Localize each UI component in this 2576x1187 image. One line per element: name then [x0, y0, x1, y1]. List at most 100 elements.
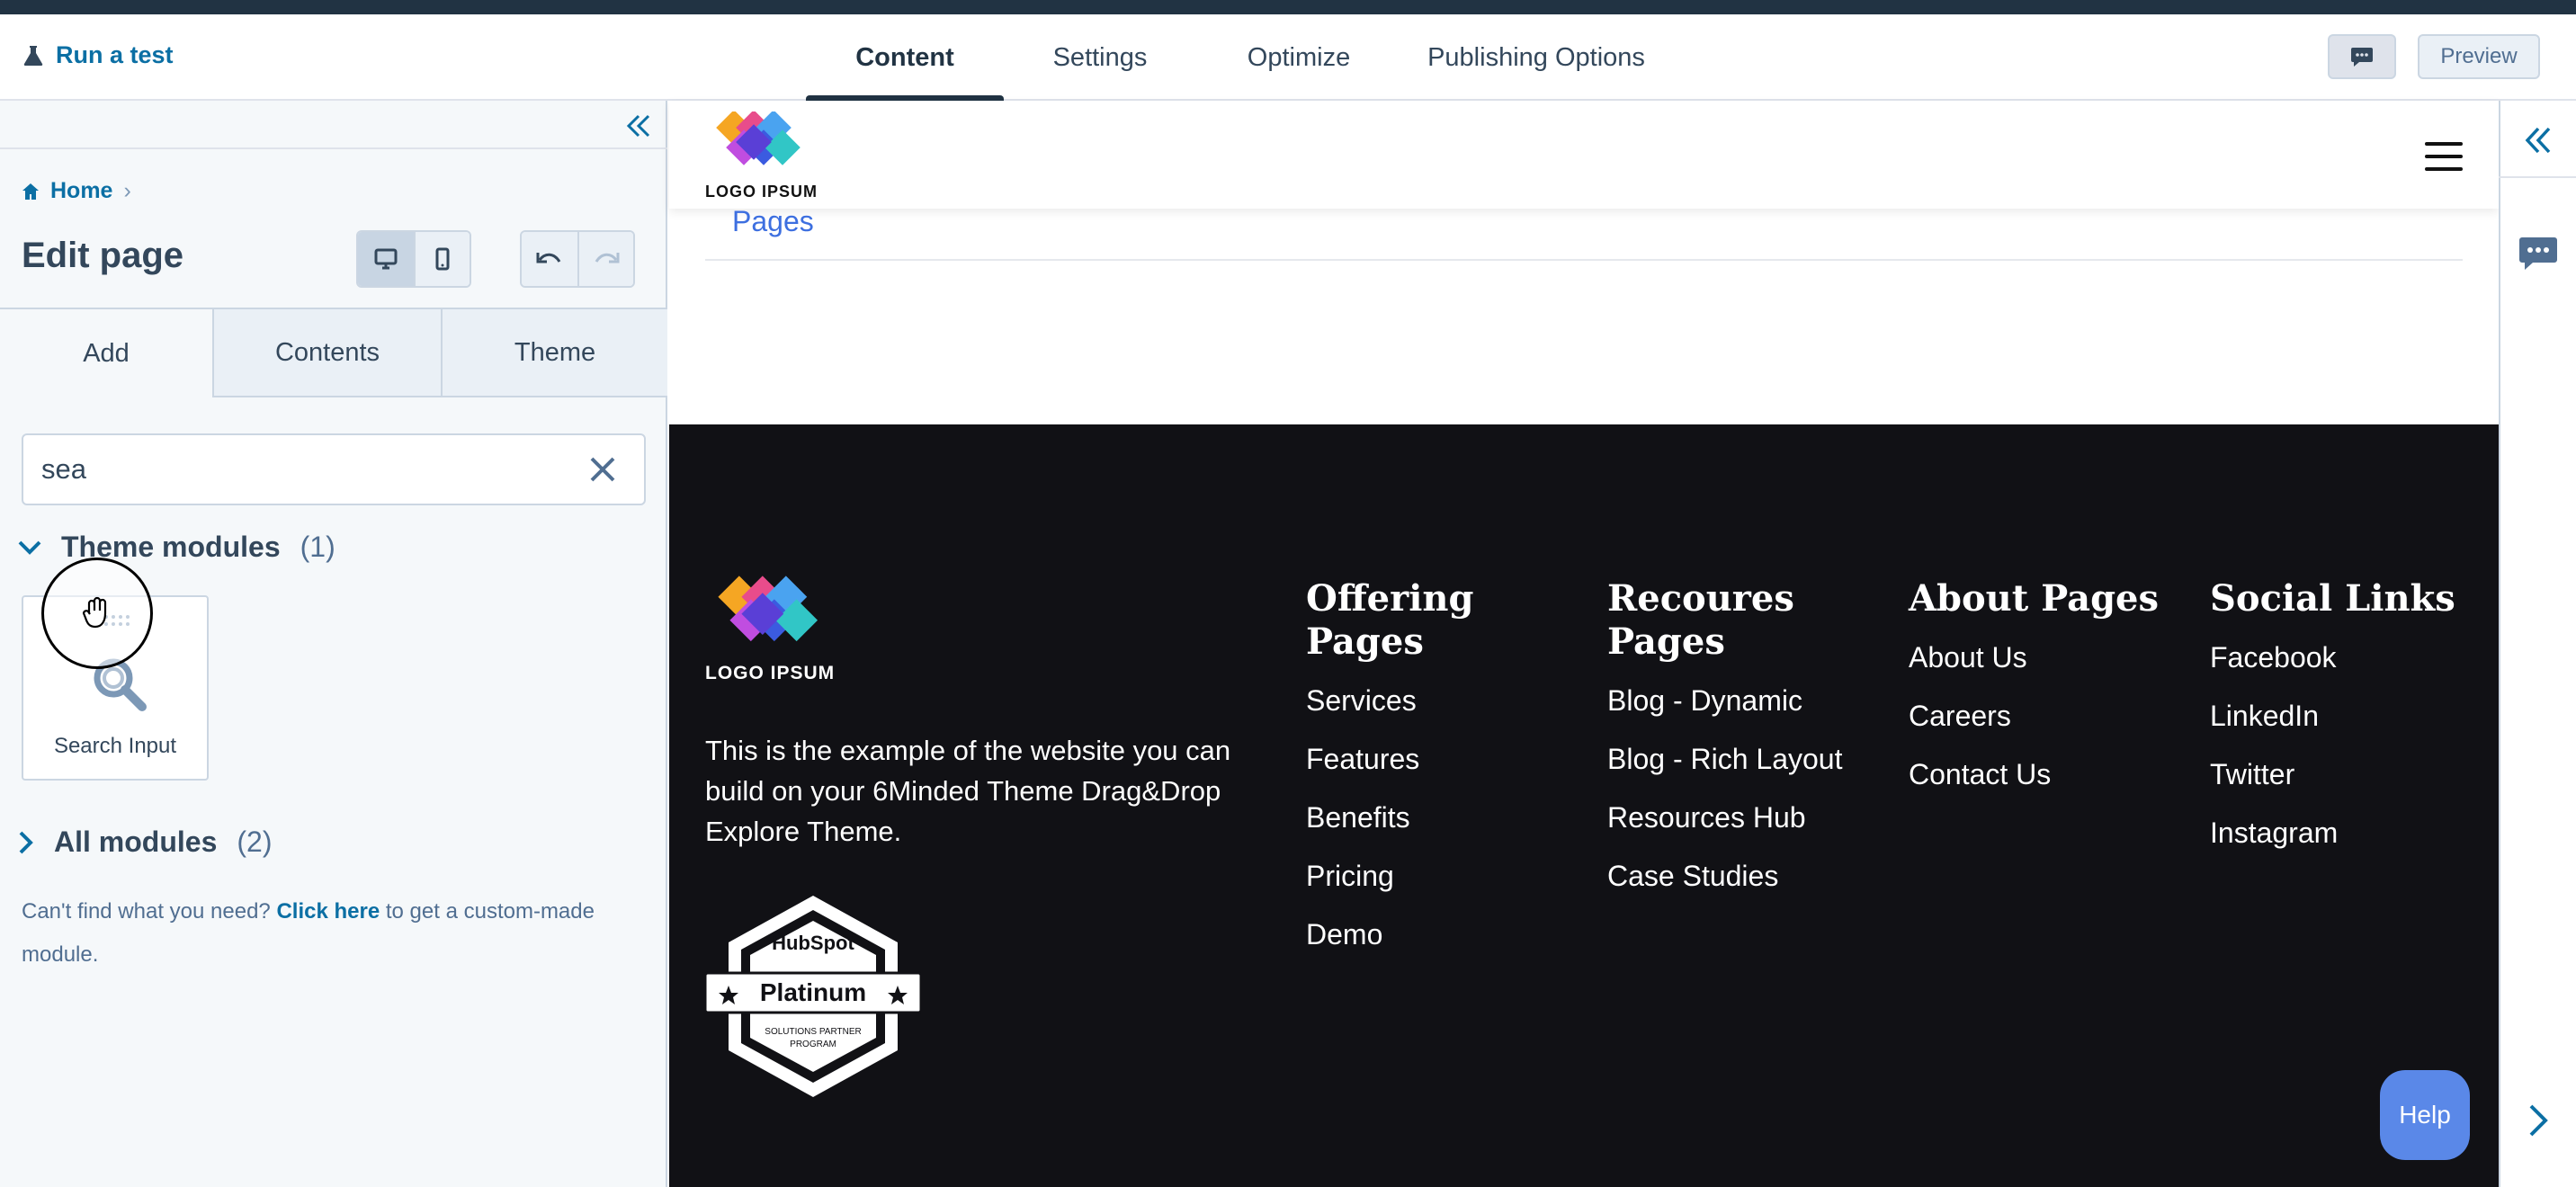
redo-icon [595, 253, 620, 263]
sidebar-tab-add[interactable]: Add [0, 309, 212, 397]
top-strip [0, 0, 2576, 14]
header-logo[interactable]: LOGO IPSUM [705, 110, 818, 201]
home-icon [22, 183, 39, 200]
sidebar-tab-contents[interactable]: Contents [212, 309, 441, 397]
breadcrumb-home-link[interactable]: Home [50, 178, 112, 204]
comment-icon [2351, 48, 2373, 67]
sidebar-tab-theme[interactable]: Theme [441, 309, 667, 397]
all-modules-label: All modules [54, 826, 218, 858]
theme-modules-count: (1) [300, 531, 335, 563]
collapse-sidebar-button[interactable] [621, 108, 657, 144]
chevron-right-icon [19, 831, 33, 853]
help-text-before: Can't find what you need? [22, 899, 271, 924]
footer-logo[interactable]: LOGO IPSUM [705, 576, 835, 684]
footer-column-about: About Pages About Us Careers Contact Us [1909, 577, 2196, 816]
sidebar-tabs: Add Contents Theme [0, 308, 667, 397]
chevron-right-icon[interactable] [2522, 1101, 2554, 1140]
comment-icon[interactable] [2518, 236, 2558, 272]
sidebar-tab-theme-label: Theme [514, 337, 596, 367]
page-title: Edit page [22, 236, 184, 275]
desktop-view-button[interactable] [358, 232, 414, 286]
badge-subtitle-1: SOLUTIONS PARTNER [765, 1027, 862, 1037]
custom-module-help: Can't find what you need? Click here to … [22, 890, 642, 977]
breadcrumb: Home › [22, 178, 131, 204]
footer-link-blog-rich-layout[interactable]: Blog - Rich Layout [1607, 742, 1895, 776]
footer-link-contact-us[interactable]: Contact Us [1909, 757, 2196, 791]
clear-search-icon[interactable] [586, 453, 619, 486]
comments-button[interactable] [2328, 34, 2396, 79]
footer-link-instagram[interactable]: Instagram [2210, 816, 2498, 850]
sidebar-tab-contents-label: Contents [274, 337, 380, 367]
content-divider [705, 259, 2463, 261]
footer-link-resources-hub[interactable]: Resources Hub [1607, 800, 1895, 834]
tab-settings-label: Settings [1052, 42, 1148, 72]
footer-link-twitter[interactable]: Twitter [2210, 757, 2498, 791]
help-button[interactable]: Help [2380, 1070, 2470, 1160]
undo-button[interactable] [522, 232, 577, 286]
tab-publishing-options-label: Publishing Options [1427, 42, 1645, 72]
module-card-label: Search Input [53, 734, 177, 758]
footer-link-blog-dynamic[interactable]: Blog - Dynamic [1607, 683, 1895, 718]
site-header [669, 101, 2499, 209]
hamburger-menu-icon[interactable] [2425, 142, 2463, 171]
badge-brand: HubSpot [772, 932, 854, 954]
right-rail-divider [2499, 176, 2576, 178]
footer-link-services[interactable]: Services [1306, 683, 1594, 718]
flask-icon [23, 45, 43, 66]
tab-optimize[interactable]: Optimize [1196, 14, 1401, 101]
tab-content[interactable]: Content [806, 14, 1004, 103]
footer-column-title: Recoures Pages [1607, 577, 1794, 663]
tab-optimize-label: Optimize [1247, 42, 1351, 72]
tab-content-label: Content [855, 42, 954, 72]
redo-button[interactable] [577, 232, 633, 286]
tab-settings[interactable]: Settings [1004, 14, 1196, 101]
footer-column-social: Social Links Facebook LinkedIn Twitter I… [2210, 577, 2498, 874]
footer-column-title: Offering Pages [1306, 577, 1474, 663]
footer-link-about-us[interactable]: About Us [1909, 640, 2196, 674]
badge-tier: Platinum [759, 978, 867, 1006]
preview-button[interactable]: Preview [2418, 34, 2540, 79]
drag-cursor-indicator [41, 558, 153, 669]
expand-right-panel-button[interactable] [2518, 120, 2558, 160]
badge-subtitle-2: PROGRAM [790, 1040, 836, 1049]
footer-link-case-studies[interactable]: Case Studies [1607, 859, 1895, 893]
run-test-link[interactable]: Run a test [23, 41, 174, 69]
grab-hand-icon [82, 596, 107, 629]
hubspot-platinum-badge: HubSpot Platinum SOLUTIONS PARTNER PROGR… [703, 890, 923, 1107]
mobile-icon [435, 247, 450, 271]
theme-modules-toggle[interactable]: Theme modules (1) [18, 531, 335, 564]
custom-module-link[interactable]: Click here [276, 899, 380, 924]
footer-logo-text: LOGO IPSUM [705, 663, 836, 683]
logo-mark-icon [716, 110, 801, 165]
breadcrumb-separator: › [123, 178, 131, 203]
footer-link-careers[interactable]: Careers [1909, 699, 2196, 733]
footer-link-pricing[interactable]: Pricing [1306, 859, 1594, 893]
footer-column-title: Social Links [2210, 577, 2455, 620]
mobile-view-button[interactable] [414, 232, 470, 286]
footer-link-linkedin[interactable]: LinkedIn [2210, 699, 2498, 733]
tab-publishing-options[interactable]: Publishing Options [1401, 14, 1671, 101]
footer-link-facebook[interactable]: Facebook [2210, 640, 2498, 674]
sidebar-tab-add-label: Add [83, 338, 130, 368]
double-chevron-left-icon [2525, 127, 2551, 154]
footer-link-demo[interactable]: Demo [1306, 917, 1594, 951]
run-test-label: Run a test [56, 41, 174, 68]
all-modules-count: (2) [237, 826, 273, 858]
double-chevron-left-icon [626, 114, 650, 138]
footer-link-benefits[interactable]: Benefits [1306, 800, 1594, 834]
chevron-down-icon [18, 540, 41, 555]
sidebar-divider [0, 147, 667, 149]
header-logo-text: LOGO IPSUM [705, 183, 818, 201]
editor-nav-tabs: Content Settings Optimize Publishing Opt… [806, 14, 1671, 103]
footer-column-title: About Pages [1909, 577, 2160, 620]
pages-link[interactable]: Pages [732, 205, 814, 238]
desktop-icon [374, 248, 398, 270]
footer-column-offering: Offering Pages Services Features Benefit… [1306, 577, 1594, 976]
module-search-input[interactable] [41, 435, 572, 504]
footer-link-features[interactable]: Features [1306, 742, 1594, 776]
all-modules-toggle[interactable]: All modules (2) [18, 826, 272, 859]
undo-icon [536, 253, 561, 263]
footer-column-resources: Recoures Pages Blog - Dynamic Blog - Ric… [1607, 577, 1895, 917]
undo-redo-group [520, 230, 635, 288]
logo-mark-icon [718, 576, 818, 642]
